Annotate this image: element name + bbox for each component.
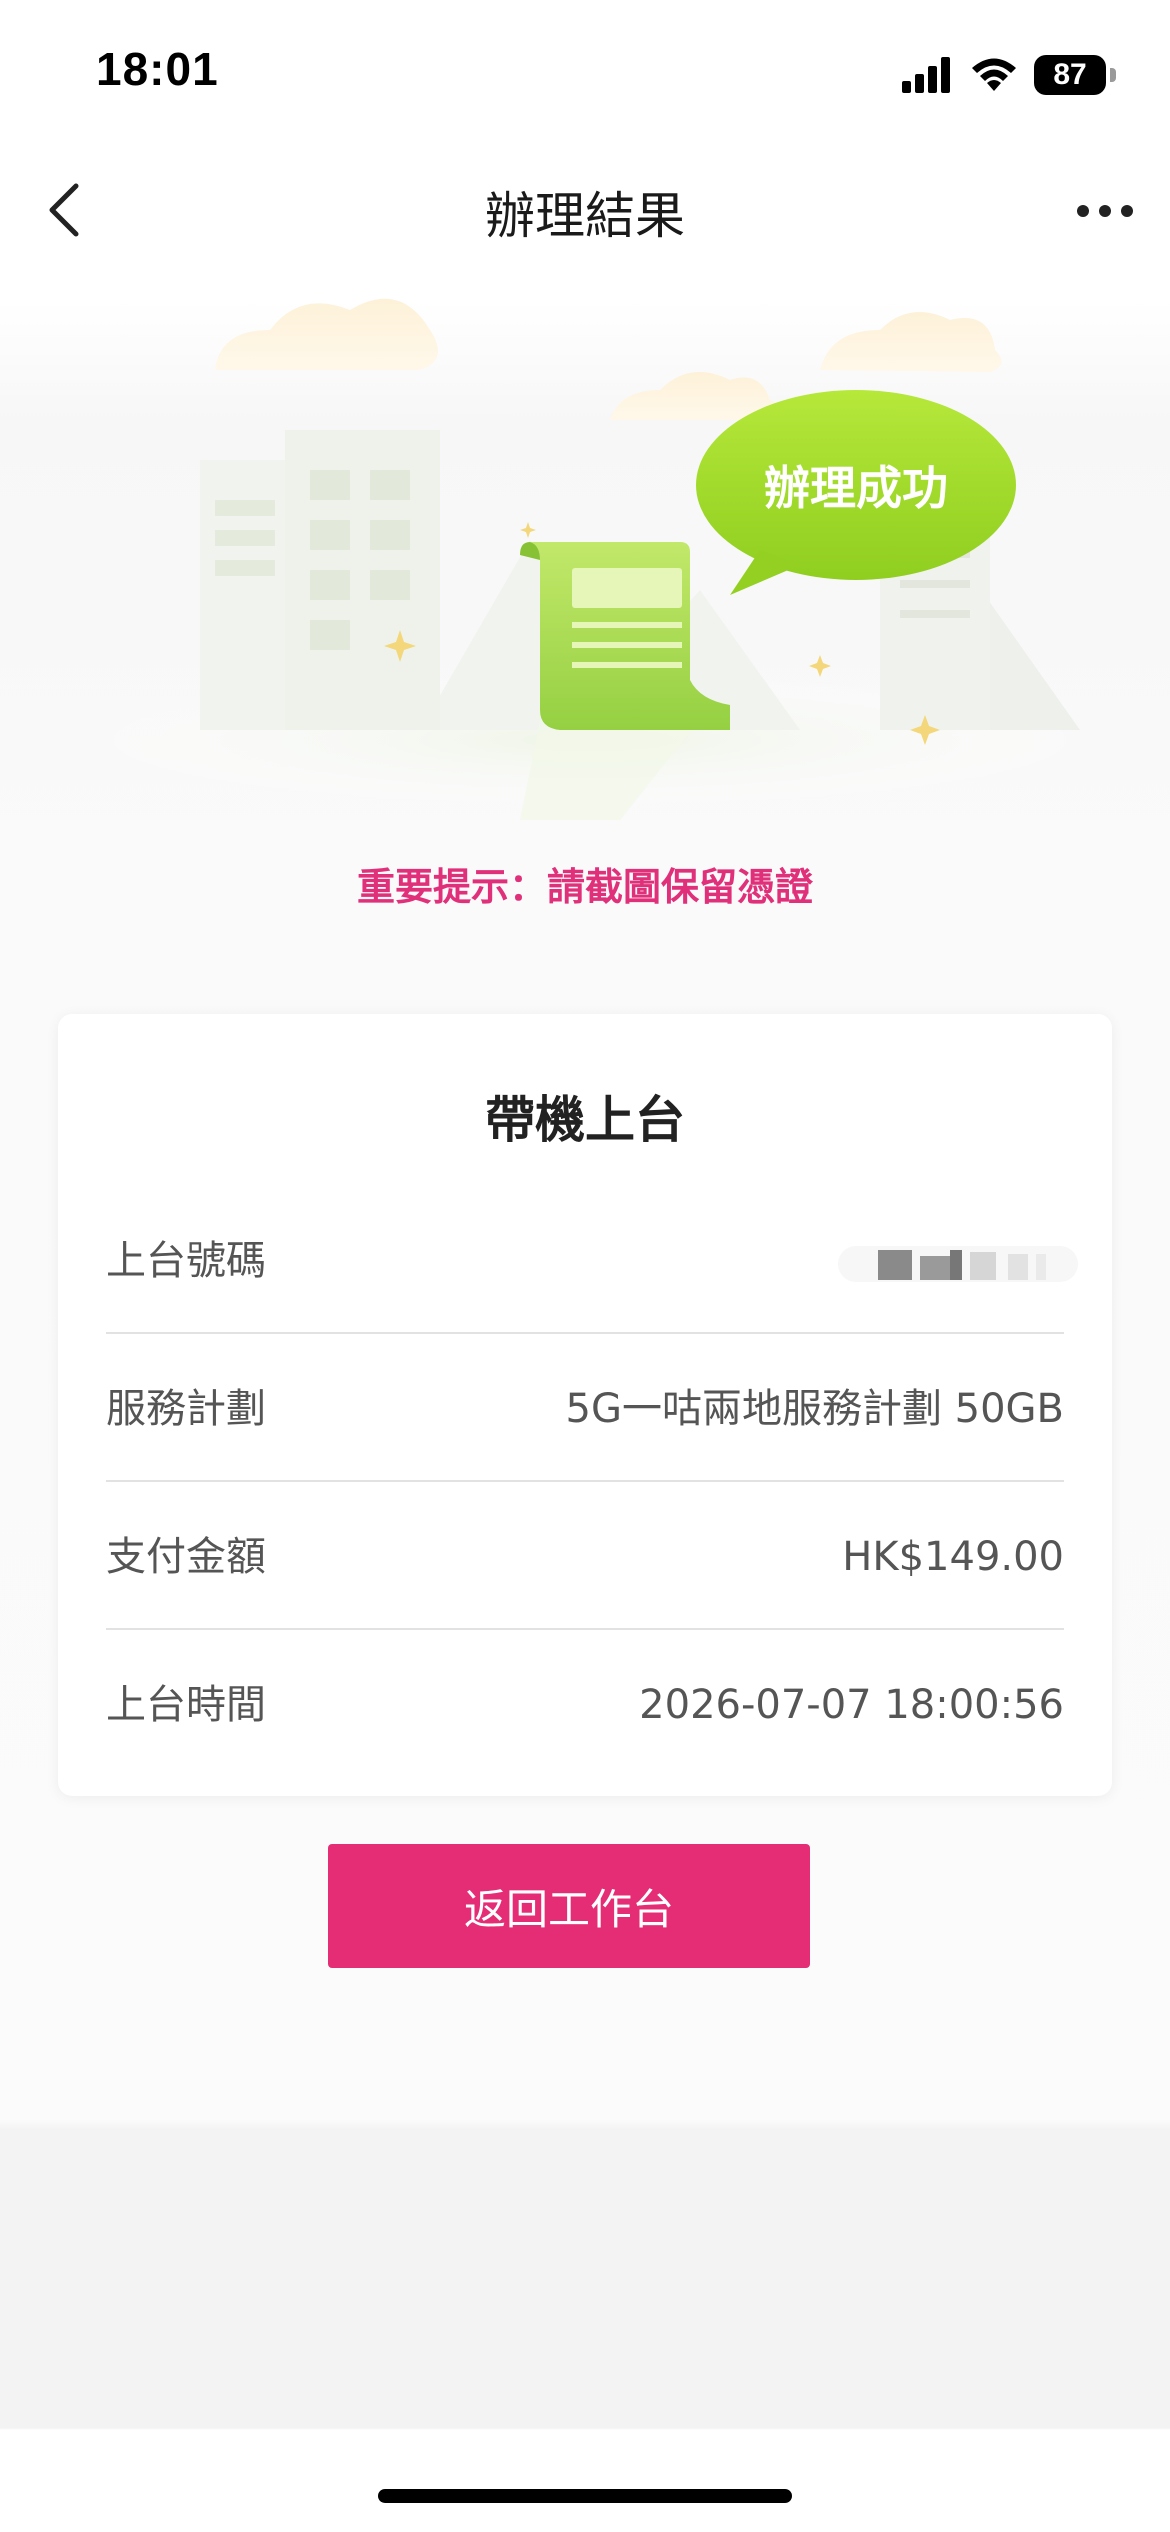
status-icons: 87 (902, 52, 1116, 98)
home-indicator[interactable] (378, 2489, 792, 2503)
row-label: 支付金額 (106, 1534, 266, 1580)
info-row-time: 上台時間 2026-07-07 18:00:56 (106, 1632, 1064, 1778)
nav-bar: 辦理結果 (0, 150, 1170, 270)
page-title: 辦理結果 (485, 187, 685, 245)
card-title: 帶機上台 (485, 1091, 685, 1149)
success-illustration: 辦理成功 (0, 260, 1170, 840)
row-label: 上台號碼 (106, 1238, 266, 1284)
status-bar: 18:01 87 (0, 0, 1170, 150)
result-card: 帶機上台 上台號碼 服務計劃 5G一咕兩地服務計劃 50GB 支付金額 HK$1… (58, 1014, 1112, 1796)
page: 18:01 87 辦理結果 辦理成功 重要提示：請截圖保留憑證 帶機上台 上台號… (0, 0, 1170, 2532)
info-row-number: 上台號碼 (106, 1188, 1078, 1334)
masked-number-placeholder (838, 1246, 1078, 1282)
return-to-workbench-button[interactable]: 返回工作台 (328, 1844, 810, 1968)
row-value: 2026-07-07 18:00:56 (639, 1682, 1064, 1728)
battery-cap (1110, 68, 1116, 82)
battery-icon: 87 (1034, 55, 1106, 95)
more-button[interactable] (1070, 186, 1140, 236)
row-value: HK$149.00 (842, 1534, 1064, 1580)
row-label: 服務計劃 (106, 1386, 266, 1432)
cellular-signal-icon (902, 57, 950, 93)
info-row-amount: 支付金額 HK$149.00 (106, 1484, 1064, 1630)
row-value: 5G一咕兩地服務計劃 50GB (565, 1386, 1065, 1432)
wifi-icon (972, 58, 1016, 91)
city-illustration (70, 298, 1110, 820)
status-time: 18:01 (96, 43, 219, 95)
screenshot-notice: 重要提示：請截圖保留憑證 (356, 865, 813, 909)
row-label: 上台時間 (106, 1682, 266, 1728)
more-dots-icon (1077, 205, 1133, 217)
battery-level: 87 (1053, 58, 1087, 91)
info-row-plan: 服務計劃 5G一咕兩地服務計劃 50GB (106, 1336, 1064, 1482)
success-bubble-text: 辦理成功 (764, 461, 948, 515)
